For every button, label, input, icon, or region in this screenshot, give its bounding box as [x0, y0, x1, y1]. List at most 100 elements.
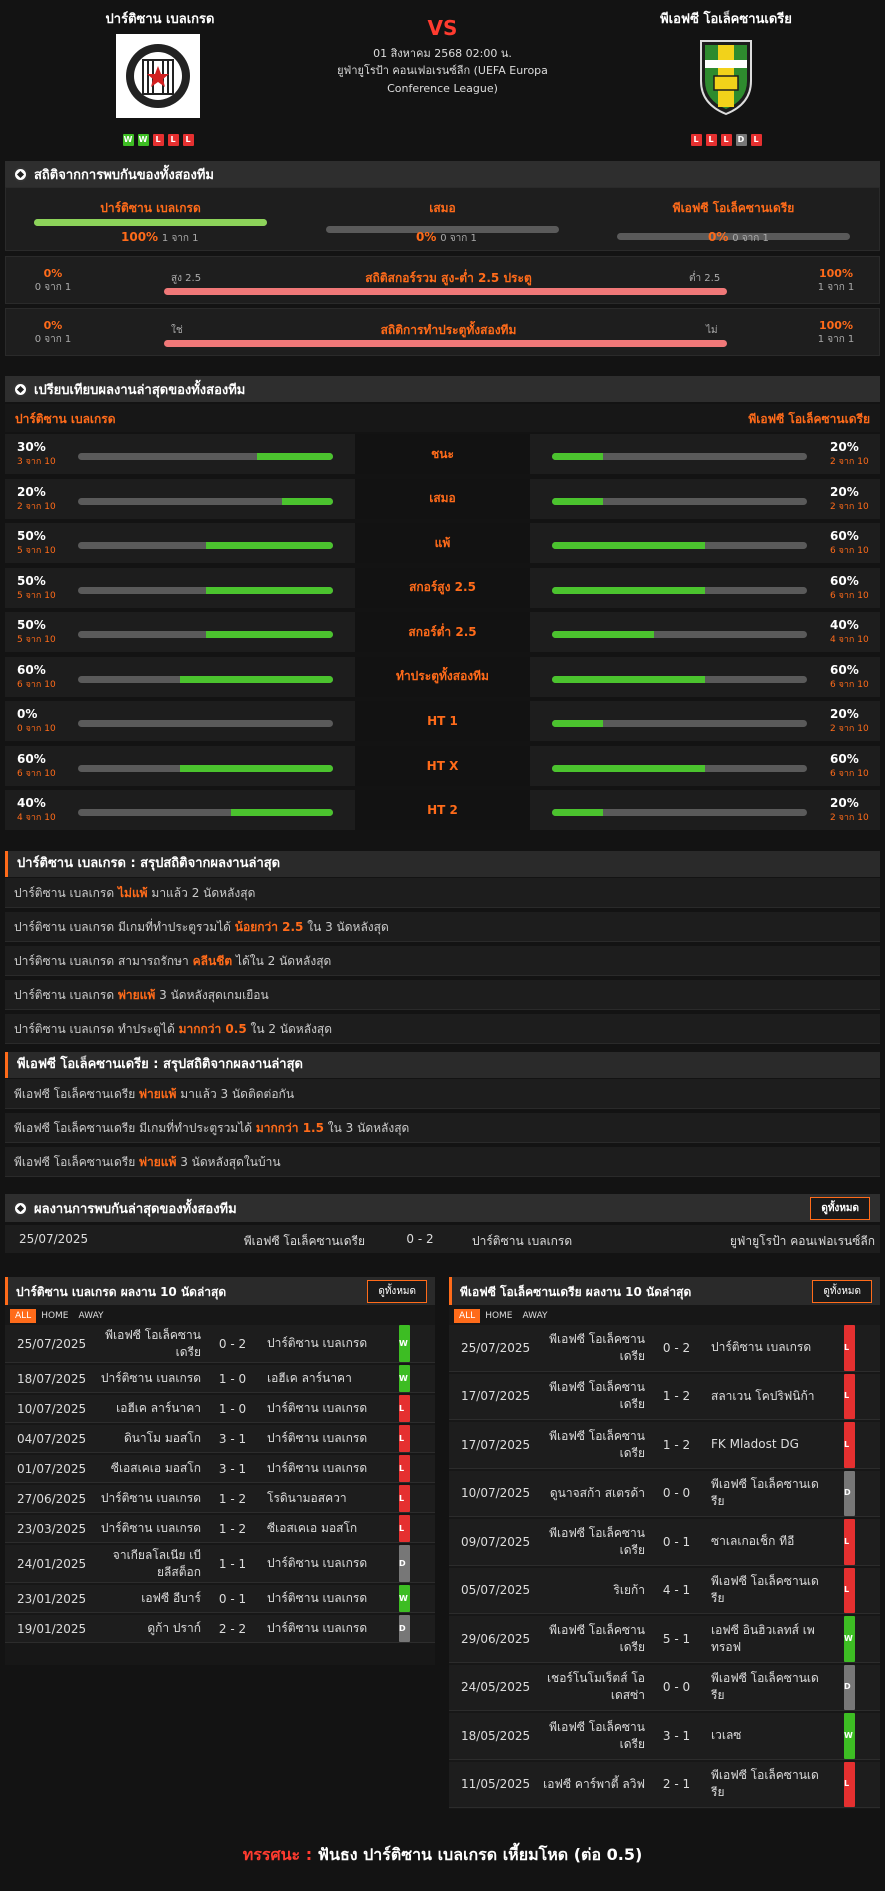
match-home-team[interactable]: ปาร์ติซาน เบลเกรด [95, 1485, 201, 1512]
home-bar-fill [180, 764, 333, 772]
match-row[interactable]: 18/05/2025 พีเอฟซี โอเล็คซานเดรีย 3 - 1 เวเ… [449, 1713, 880, 1760]
home-team-name[interactable]: ปาร์ติซาน เบลเกรด [60, 8, 260, 29]
match-home-team[interactable]: พีเอฟซี โอเล็คซานเดรีย [539, 1519, 645, 1565]
match-home-team[interactable]: ซีเอสเคเอ มอสโก [95, 1455, 201, 1482]
btts-right-label: ไม่ [706, 325, 718, 336]
match-away-team[interactable]: ปาร์ติซาน เบลเกรด [267, 1615, 387, 1642]
recent-h2h-row[interactable]: 25/07/2025 พีเอฟซี โอเล็คซานเดรีย 0 - 2 … [5, 1225, 880, 1253]
h2h-match-away[interactable]: ปาร์ติซาน เบลเกรด [472, 1232, 572, 1251]
tab-away[interactable]: AWAY [518, 1309, 553, 1323]
home-stat: 40% 4 จาก 10 [17, 796, 67, 824]
match-away-team[interactable]: ปาร์ติซาน เบลเกรด [267, 1395, 387, 1422]
home-sub: 4 จาก 10 [17, 813, 56, 823]
summary-highlight: ไม่แพ้ [118, 886, 148, 900]
match-date: 25/07/2025 [461, 1340, 531, 1355]
away-team-logo[interactable] [696, 36, 756, 116]
match-home-team[interactable]: ดินาโม มอสโก [95, 1425, 201, 1452]
match-away-team[interactable]: ซีเอสเคเอ มอสโก [267, 1515, 387, 1542]
tab-all[interactable]: ALL [454, 1309, 481, 1323]
match-row[interactable]: 23/01/2025 เอฟซี อีบาร์ 0 - 1 ปาร์ติซาน เบล… [5, 1585, 435, 1613]
match-row[interactable]: 25/07/2025 พีเอฟซี โอเล็คซานเดรีย 0 - 2 ปาร… [5, 1325, 435, 1363]
match-away-team[interactable]: โรดินามอสควา [267, 1485, 387, 1512]
match-away-team[interactable]: เวเลซ [711, 1713, 831, 1759]
match-home-team[interactable]: ดูนาจสก้า สเตรด้า [539, 1471, 645, 1517]
match-row[interactable]: 27/06/2025 ปาร์ติซาน เบลเกรด 1 - 2 โรดินามอ… [5, 1485, 435, 1513]
match-row[interactable]: 25/07/2025 พีเอฟซี โอเล็คซานเดรีย 0 - 2 ปาร… [449, 1325, 880, 1372]
away-team-name[interactable]: พีเอฟซี โอเล็คซานเดรีย [626, 8, 826, 29]
match-row[interactable]: 11/05/2025 เอฟซี คาร์พาตี้ ลวิฟ 2 - 1 พีเอฟ… [449, 1761, 880, 1808]
summary-row: ปาร์ติซาน เบลเกรด ไม่แพ้ มาแล้ว 2 นัดหลั… [5, 878, 880, 908]
summary-text: ปาร์ติซาน เบลเกรด มีเกมที่ทำประตูรวมได้ [14, 920, 235, 934]
match-away-team[interactable]: ปาร์ติซาน เบลเกรด [267, 1325, 387, 1362]
match-row[interactable]: 24/01/2025 จาเกียลโลเนีย เบียลีสต็อก 1 - 1… [5, 1545, 435, 1583]
away-last10-view-all-button[interactable]: ดูทั้งหมด [812, 1280, 872, 1303]
home-form: WWLLL [110, 131, 206, 146]
match-row[interactable]: 18/07/2025 ปาร์ติซาน เบลเกรด 1 - 0 เอฮีเค ล… [5, 1365, 435, 1393]
match-home-team[interactable]: พีเอฟซี โอเล็คซานเดรีย [539, 1374, 645, 1420]
match-home-team[interactable]: เอฟซี อีบาร์ [95, 1585, 201, 1612]
match-home-team[interactable]: พีเอฟซี โอเล็คซานเดรีย [539, 1616, 645, 1662]
match-home-team[interactable]: ปาร์ติซาน เบลเกรด [95, 1515, 201, 1542]
tab-away[interactable]: AWAY [74, 1309, 109, 1323]
match-away-team[interactable]: สลาเวน โคปริฟนิก้า [711, 1374, 831, 1420]
home-last10-view-all-button[interactable]: ดูทั้งหมด [367, 1280, 427, 1303]
match-home-team[interactable]: พีเอฟซี โอเล็คซานเดรีย [539, 1422, 645, 1468]
result-badge: W [399, 1585, 410, 1612]
h2h-stats-title: สถิติจากการพบกันของทั้งสองทีม [34, 167, 214, 183]
match-row[interactable]: 24/05/2025 เชอร์โนโมเร็ตส์ โอเดสซ่า 0 - 0 พ… [449, 1664, 880, 1711]
match-row[interactable]: 17/07/2025 พีเอฟซี โอเล็คซานเดรีย 1 - 2 FK … [449, 1422, 880, 1469]
match-away-team[interactable]: ปาร์ติซาน เบลเกรด [267, 1455, 387, 1482]
match-home-team[interactable]: ปาร์ติซาน เบลเกรด [95, 1365, 201, 1392]
match-row[interactable]: 23/03/2025 ปาร์ติซาน เบลเกรด 1 - 2 ซีเอสเคเ… [5, 1515, 435, 1543]
home-stat: 0% 0 จาก 10 [17, 707, 67, 735]
view-all-h2h-button[interactable]: ดูทั้งหมด [810, 1197, 870, 1220]
match-row[interactable]: 10/07/2025 เอฮีเค ลาร์นาคา 1 - 0 ปาร์ติซาน … [5, 1395, 435, 1423]
h2h-match-league[interactable]: ยูฟ่ายูโรป้า คอนเฟอเรนซ์ลีก [730, 1232, 875, 1251]
match-row[interactable]: 05/07/2025 ริเยก้า 4 - 1 พีเอฟซี โอเล็คซานเ… [449, 1567, 880, 1614]
match-home-team[interactable]: ริเยก้า [539, 1568, 645, 1614]
summary-text: 3 นัดหลังสุดเกมเยือน [155, 988, 269, 1002]
match-home-team[interactable]: ดูก้า ปราก์ [95, 1615, 201, 1642]
home-team-logo[interactable] [116, 34, 200, 118]
match-away-team[interactable]: เอฟซี อินฮิวเลทส์ เพทรอฟ [711, 1616, 831, 1662]
home-bar [78, 764, 333, 772]
match-away-team[interactable]: ปาร์ติซาน เบลเกรด [267, 1545, 387, 1582]
away-bar [552, 542, 807, 549]
match-row[interactable]: 01/07/2025 ซีเอสเคเอ มอสโก 3 - 1 ปาร์ติซาน … [5, 1455, 435, 1483]
match-away-team[interactable]: ปาร์ติซาน เบลเกรด [711, 1325, 831, 1371]
match-row[interactable]: 04/07/2025 ดินาโม มอสโก 3 - 1 ปาร์ติซาน เบล… [5, 1425, 435, 1453]
match-away-team[interactable]: พีเอฟซี โอเล็คซานเดรีย [711, 1665, 831, 1711]
match-home-team[interactable]: เอฟซี คาร์พาตี้ ลวิฟ [539, 1762, 645, 1808]
compare-title: เปรียบเทียบผลงานล่าสุดของทั้งสองทีม [34, 382, 246, 398]
match-row[interactable]: 17/07/2025 พีเอฟซี โอเล็คซานเดรีย 1 - 2 สลา… [449, 1373, 880, 1420]
match-row[interactable]: 09/07/2025 พีเอฟซี โอเล็คซานเดรีย 0 - 1 ซาเ… [449, 1519, 880, 1566]
match-home-team[interactable]: พีเอฟซี โอเล็คซานเดรีย [539, 1325, 645, 1371]
tab-all[interactable]: ALL [10, 1309, 37, 1323]
h2h-match-home[interactable]: พีเอฟซี โอเล็คซานเดรีย [185, 1232, 365, 1251]
match-row[interactable]: 29/06/2025 พีเอฟซี โอเล็คซานเดรีย 5 - 1 เอฟ… [449, 1616, 880, 1663]
match-away-team[interactable]: ปาร์ติซาน เบลเกรด [267, 1585, 387, 1612]
competition-name[interactable]: ยูฟ่ายูโรป้า คอนเฟอเรนซ์ลีก (UEFA Europa… [330, 62, 555, 98]
match-away-team[interactable]: พีเอฟซี โอเล็คซานเดรีย [711, 1762, 831, 1808]
match-away-team[interactable]: พีเอฟซี โอเล็คซานเดรีย [711, 1471, 831, 1517]
tab-home[interactable]: HOME [36, 1309, 73, 1323]
match-home-team[interactable]: เอฮีเค ลาร์นาคา [95, 1395, 201, 1422]
match-row[interactable]: 10/07/2025 ดูนาจสก้า สเตรด้า 0 - 0 พีเอฟซี … [449, 1470, 880, 1517]
match-home-team[interactable]: พีเอฟซี โอเล็คซานเดรีย [95, 1325, 201, 1362]
result-badge: L [844, 1373, 855, 1419]
match-away-team[interactable]: ปาร์ติซาน เบลเกรด [267, 1425, 387, 1452]
match-away-team[interactable]: ซาเลเกอเช็ก ทีอี [711, 1519, 831, 1565]
match-home-team[interactable]: พีเอฟซี โอเล็คซานเดรีย [539, 1713, 645, 1759]
match-away-team[interactable]: FK Mladost DG [711, 1422, 831, 1468]
match-score: 0 - 0 [662, 1680, 691, 1695]
match-home-team[interactable]: เชอร์โนโมเร็ตส์ โอเดสซ่า [539, 1665, 645, 1711]
away-pct: 60% [830, 573, 859, 588]
match-away-team[interactable]: พีเอฟซี โอเล็คซานเดรีย [711, 1568, 831, 1614]
away-bar [552, 453, 807, 460]
match-away-team[interactable]: เอฮีเค ลาร์นาคา [267, 1365, 387, 1392]
summary-highlight: คลีนชีต [192, 954, 233, 968]
match-home-team[interactable]: จาเกียลโลเนีย เบียลีสต็อก [95, 1545, 201, 1582]
away-pct: 60% [830, 529, 859, 543]
tab-home[interactable]: HOME [480, 1309, 517, 1323]
match-row[interactable]: 19/01/2025 ดูก้า ปราก์ 2 - 2 ปาร์ติซาน เบลเ… [5, 1615, 435, 1643]
